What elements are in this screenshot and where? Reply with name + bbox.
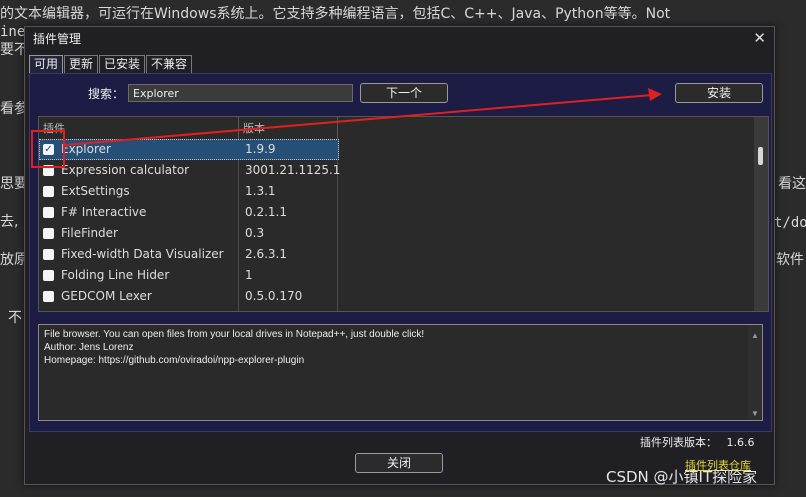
annotation-arrow-icon	[64, 88, 662, 146]
watermark: CSDN @小镇IT探险家	[606, 468, 758, 486]
